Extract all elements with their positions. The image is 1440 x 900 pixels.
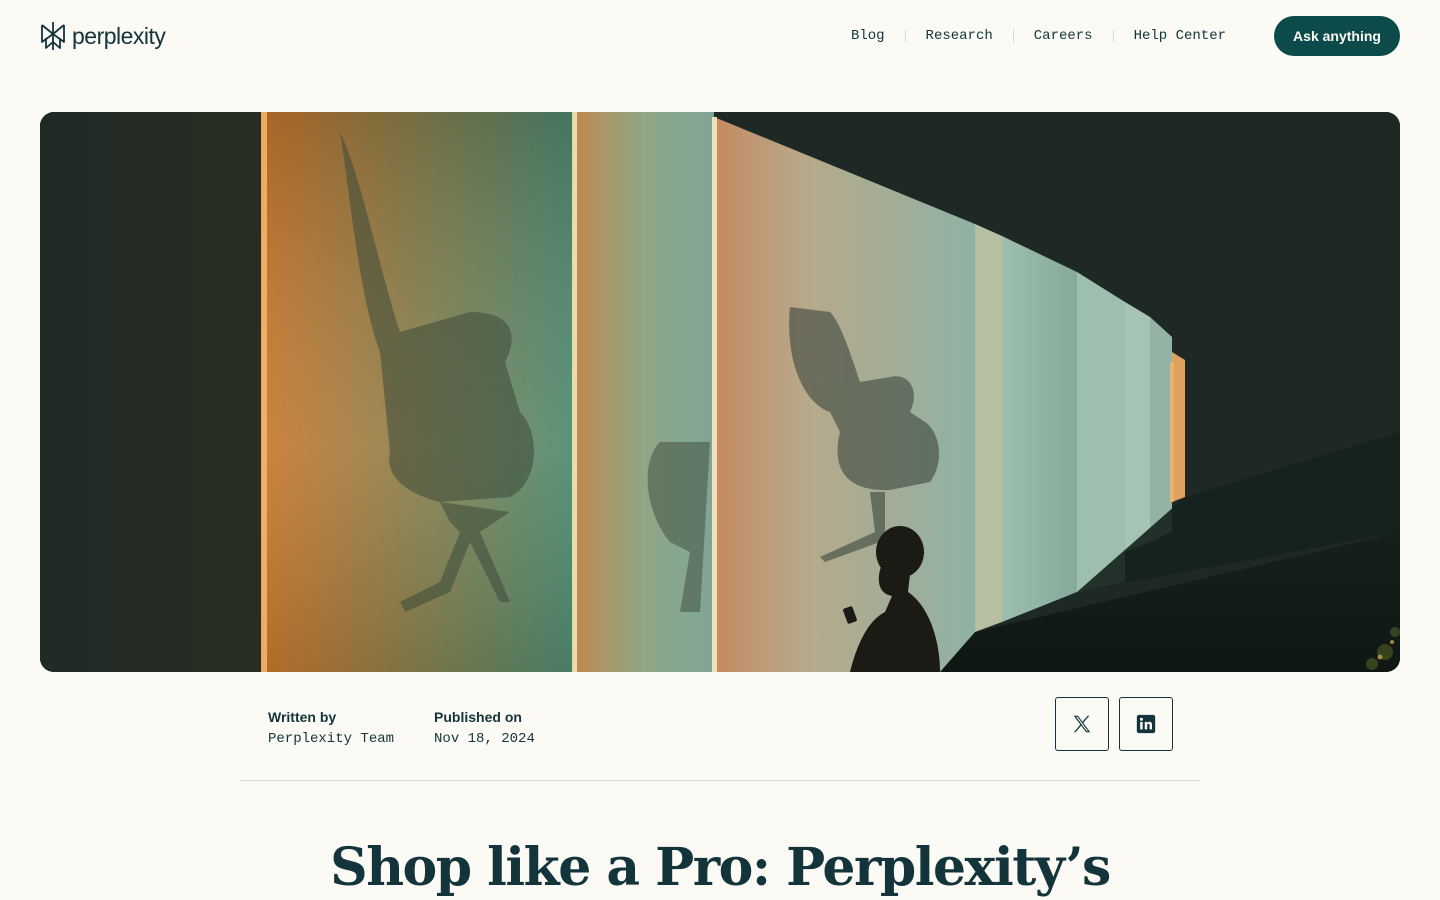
publish-date: Nov 18, 2024 xyxy=(434,731,535,747)
x-logo-icon xyxy=(1073,715,1091,733)
author-block: Written by Perplexity Team xyxy=(268,708,394,748)
share-buttons xyxy=(1055,697,1173,751)
hero-image xyxy=(40,112,1400,672)
brand-logo[interactable]: perplexity xyxy=(40,20,166,52)
ask-anything-button[interactable]: Ask anything xyxy=(1274,16,1400,56)
linkedin-icon xyxy=(1136,714,1156,734)
nav-research[interactable]: Research xyxy=(906,24,1013,48)
author-name: Perplexity Team xyxy=(268,731,395,747)
perplexity-logo-icon xyxy=(41,22,65,50)
share-x-button[interactable] xyxy=(1055,697,1109,751)
article-meta: Written by Perplexity Team Published on … xyxy=(268,708,535,748)
meta-divider xyxy=(240,780,1200,781)
main-nav: Blog Research Careers Help Center xyxy=(831,24,1246,48)
article-title: Shop like a Pro: Perplexity’s xyxy=(330,837,1111,898)
hero-image-chairs-silhouette xyxy=(40,112,1400,672)
nav-blog[interactable]: Blog xyxy=(831,24,905,48)
nav-help-center[interactable]: Help Center xyxy=(1114,24,1246,48)
date-label: Published on xyxy=(434,709,522,725)
share-linkedin-button[interactable] xyxy=(1119,697,1173,751)
author-label: Written by xyxy=(268,709,337,725)
nav-careers[interactable]: Careers xyxy=(1014,24,1113,48)
date-block: Published on Nov 18, 2024 xyxy=(434,708,535,748)
brand-name: perplexity xyxy=(72,22,166,49)
site-header: perplexity Blog Research Careers Help Ce… xyxy=(0,0,1440,72)
